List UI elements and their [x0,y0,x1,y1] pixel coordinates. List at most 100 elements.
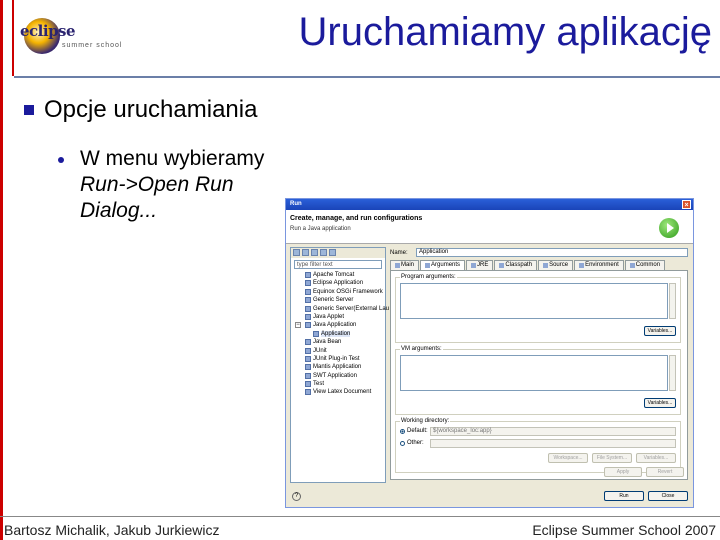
tree-item-label: Test [313,381,325,388]
close-button[interactable]: Close [648,491,688,501]
filter-icon[interactable] [329,249,336,256]
launch-config-icon [313,330,319,337]
close-icon[interactable]: × [682,200,691,209]
other-radio[interactable]: Other: [400,440,424,446]
tree-item-label: Application [321,330,351,337]
configurations-toolbar [291,248,385,258]
tree-item-label: SWT Application [313,372,357,379]
run-button[interactable]: Run [604,491,644,501]
other-radio-label: Other: [407,440,424,446]
launch-config-icon [305,347,311,354]
revert-button[interactable]: Revert [646,467,684,477]
help-icon[interactable]: ? [292,492,301,501]
footer-event: Eclipse Summer School 2007 [532,522,716,538]
tab-main[interactable]: Main [390,260,420,270]
tree-item[interactable]: Mantis Application [291,363,385,371]
tab-icon [499,263,505,268]
duplicate-config-icon[interactable] [302,249,309,256]
left-margin-line [0,0,12,540]
workspace-button[interactable]: Workspace... [548,453,588,463]
tree-item-label: Java Applet [313,313,345,320]
tab-jre[interactable]: JRE [466,260,494,270]
tree-item[interactable]: − Java Application [291,321,385,329]
tree-item[interactable]: Equinox OSGi Framework [291,288,385,296]
filter-input[interactable]: type filter text [294,260,382,269]
tree-item[interactable]: Generic Server(External Lau [291,305,389,313]
working-dir-label: Working directory: [400,418,451,424]
slide-title: Uruchamiamy aplikację [298,10,712,54]
tab-source[interactable]: Source [538,260,574,270]
launch-config-icon [305,313,311,320]
run-large-icon [659,218,679,238]
tree-item[interactable]: Application [291,330,385,338]
configurations-tree: Apache Tomcat Eclipse Application Equinox … [291,271,389,397]
expand-toggle-icon[interactable]: − [295,322,301,329]
eclipse-logo: eclipse summer school [18,16,128,58]
tab-label: Arguments [431,262,461,268]
vm-args-scrollbar[interactable] [669,355,676,391]
default-radio-label: Default: [407,428,428,434]
tree-item-label: Eclipse Application [313,280,364,287]
bullet-level2-line1: W menu wybieramy [80,147,265,170]
launch-config-icon [305,288,311,295]
vm-args-group: VM arguments: Variables... [395,346,681,415]
tree-item[interactable]: Java Applet [291,313,385,321]
vm-variables-button[interactable]: Variables... [644,398,676,408]
tree-item-label: Java Bean [313,339,342,346]
tab-arguments[interactable]: Arguments [420,260,466,270]
launch-config-icon [305,280,311,287]
tab-label: Main [401,262,415,268]
tab-icon [425,263,431,268]
bullet-level2-line2: Run->Open Run [80,173,234,196]
bullet-level1: Opcje uruchamiania [24,96,257,124]
launch-config-icon [305,389,311,396]
tab-icon [471,263,477,268]
logo-word: eclipse [20,22,76,40]
program-args-scrollbar[interactable] [669,283,676,319]
tab-label: Environment [585,262,619,268]
apply-button[interactable]: Apply [604,467,642,477]
tree-item[interactable]: JUnit Plug-in Test [291,355,385,363]
config-tabs: Main Arguments JRE Classpath Source Environme… [390,260,688,270]
tree-item[interactable]: Java Bean [291,338,385,346]
name-row: Name: Application [390,247,688,258]
footer-divider [0,516,720,517]
launch-config-icon [305,381,311,388]
launch-config-icon [305,372,311,379]
launch-config-icon [305,322,311,329]
default-radio[interactable]: Default: [400,428,428,434]
delete-config-icon[interactable] [311,249,318,256]
name-label: Name: [390,249,408,256]
working-dir-variables-button[interactable]: Variables... [636,453,676,463]
program-args-textarea[interactable] [400,283,668,319]
dialog-title: Run [290,201,302,207]
tab-classpath[interactable]: Classpath [494,260,538,270]
tree-item[interactable]: View Latex Document [291,388,385,396]
tree-item-label: JUnit Plug-in Test [313,355,360,362]
bullet-level1-text: Opcje uruchamiania [44,96,258,123]
tree-item[interactable]: Apache Tomcat [291,271,385,279]
tree-item[interactable]: Generic Server [291,296,385,304]
tab-label: Classpath [505,262,533,268]
launch-config-icon [305,305,311,312]
logo-subtitle: summer school [62,42,123,49]
dialog-header-subtitle: Run a Java application [290,226,351,232]
program-args-group: Program arguments: Variables... [395,274,681,343]
other-dir-field [430,439,676,448]
file-system-button[interactable]: File System... [592,453,632,463]
tab-environment[interactable]: Environment [574,260,624,270]
program-variables-button[interactable]: Variables... [644,326,676,336]
tree-item[interactable]: Test [291,380,385,388]
square-bullet-icon [24,105,34,115]
tree-item[interactable]: Eclipse Application [291,279,385,287]
tab-common[interactable]: Common [624,260,666,270]
tree-item[interactable]: SWT Application [291,372,385,380]
collapse-all-icon[interactable] [320,249,327,256]
vm-args-textarea[interactable] [400,355,668,391]
new-config-icon[interactable] [293,249,300,256]
launch-config-icon [305,297,311,304]
bullet-level2-line3: Dialog... [80,199,158,222]
tree-item[interactable]: JUnit [291,347,385,355]
tree-item-label: Generic Server(External Lau [313,305,390,312]
name-field[interactable]: Application [416,248,688,257]
